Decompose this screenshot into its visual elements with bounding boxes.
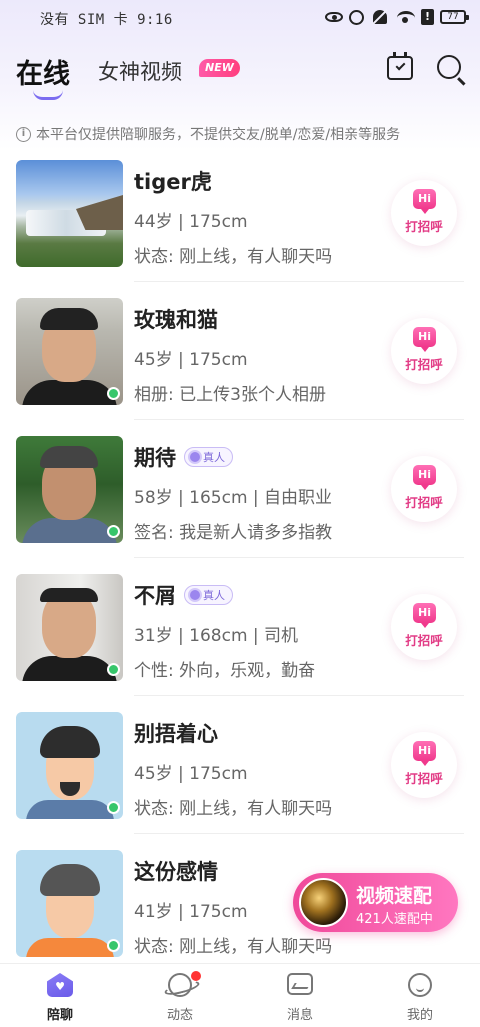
user-detail: 签名: 我是新人请多多指教 <box>134 523 333 543</box>
nav-label: 我的 <box>406 1008 433 1023</box>
greet-button[interactable]: Hi 打招呼 <box>391 318 457 384</box>
nav-moments[interactable]: 动态 <box>140 964 220 1027</box>
planet-icon <box>168 973 192 997</box>
user-name: 期待 <box>134 446 176 470</box>
alarm-icon <box>349 8 367 26</box>
speed-match-subtitle: 421人速配中 <box>356 912 433 927</box>
status-bar: 没有 SIM 卡 9:16 ! 77 <box>0 0 480 36</box>
user-basic-info: 44岁 | 175cm <box>134 212 248 232</box>
nav-chat[interactable]: 陪聊 <box>20 964 100 1027</box>
user-avatar[interactable] <box>16 574 123 681</box>
user-avatar[interactable] <box>16 850 123 957</box>
cartoon-avatar <box>16 850 123 957</box>
greet-label: 打招呼 <box>405 357 443 372</box>
greet-button[interactable]: Hi 打招呼 <box>391 732 457 798</box>
greet-label: 打招呼 <box>405 633 443 648</box>
hi-bubble-icon: Hi <box>413 741 436 766</box>
nav-label: 动态 <box>166 1008 193 1023</box>
verified-flower-icon <box>190 452 200 462</box>
user-name: 玫瑰和猫 <box>134 308 218 332</box>
online-status-dot <box>107 525 120 538</box>
online-status-dot <box>107 387 120 400</box>
wifi-icon <box>397 8 415 26</box>
greet-button[interactable]: Hi 打招呼 <box>391 594 457 660</box>
user-name: 这份感情 <box>134 860 218 884</box>
user-basic-info: 41岁 | 175cm <box>134 902 248 922</box>
greet-label: 打招呼 <box>405 771 443 786</box>
calendar-checkin-icon[interactable] <box>387 52 413 80</box>
nav-profile[interactable]: 我的 <box>380 964 460 1027</box>
active-tab-indicator <box>33 90 63 100</box>
speed-match-title: 视频速配 <box>356 885 433 907</box>
user-avatar[interactable] <box>16 298 123 405</box>
nav-label: 陪聊 <box>46 1008 73 1023</box>
user-card[interactable]: tiger虎 44岁 | 175cm 状态: 刚上线，有人聊天吗 Hi 打招呼 <box>0 160 480 298</box>
bottom-navigation: 陪聊 动态 消息 我的 <box>0 963 480 1027</box>
user-name: tiger虎 <box>134 170 212 194</box>
user-card[interactable]: 别捂着心 45岁 | 175cm 状态: 刚上线，有人聊天吗 Hi 打招呼 <box>0 712 480 850</box>
unread-dot <box>191 971 201 981</box>
divider <box>134 419 464 420</box>
user-detail: 状态: 刚上线，有人聊天吗 <box>134 799 333 819</box>
greet-label: 打招呼 <box>405 219 443 234</box>
nav-label: 消息 <box>286 1008 313 1023</box>
divider <box>134 695 464 696</box>
cartoon-avatar <box>16 712 123 819</box>
user-list: tiger虎 44岁 | 175cm 状态: 刚上线，有人聊天吗 Hi 打招呼 … <box>0 160 480 988</box>
video-speed-match-button[interactable]: 视频速配 421人速配中 <box>293 873 458 932</box>
profile-icon <box>408 973 432 997</box>
user-avatar[interactable] <box>16 160 123 267</box>
service-notice: i 本平台仅提供陪聊服务，不提供交友/脱单/恋爱/相亲等服务 <box>16 124 400 144</box>
hi-bubble-icon: Hi <box>413 189 436 214</box>
new-badge: NEW <box>199 59 240 77</box>
mute-bell-icon <box>373 8 391 26</box>
notice-text: 本平台仅提供陪聊服务，不提供交友/脱单/恋爱/相亲等服务 <box>36 127 401 143</box>
verified-badge: 真人 <box>184 585 233 605</box>
greet-button[interactable]: Hi 打招呼 <box>391 456 457 522</box>
top-header: 在线 女神视频 NEW <box>0 36 480 106</box>
verified-badge: 真人 <box>184 447 233 467</box>
landscape-photo <box>16 160 123 267</box>
user-detail: 状态: 刚上线，有人聊天吗 <box>134 247 333 267</box>
nav-messages[interactable]: 消息 <box>260 964 340 1027</box>
eye-icon <box>325 8 343 26</box>
verified-flower-icon <box>190 590 200 600</box>
greet-label: 打招呼 <box>405 495 443 510</box>
user-basic-info: 45岁 | 175cm <box>134 350 248 370</box>
online-status-dot <box>107 801 120 814</box>
user-card[interactable]: 玫瑰和猫 45岁 | 175cm 相册: 已上传3张个人相册 Hi 打招呼 <box>0 298 480 436</box>
user-name: 不屑 <box>134 584 176 608</box>
alert-icon: ! <box>421 9 434 25</box>
divider <box>134 833 464 834</box>
carrier-time: 没有 SIM 卡 9:16 <box>40 12 173 28</box>
info-icon: i <box>16 126 31 142</box>
speed-match-thumbnail <box>299 878 348 927</box>
tab-online[interactable]: 在线 <box>16 52 70 91</box>
user-detail: 状态: 刚上线，有人聊天吗 <box>134 937 333 957</box>
hi-bubble-icon: Hi <box>413 465 436 490</box>
user-basic-info: 31岁 | 168cm | 司机 <box>134 626 299 646</box>
user-basic-info: 45岁 | 175cm <box>134 764 248 784</box>
hi-bubble-icon: Hi <box>413 603 436 628</box>
user-basic-info: 58岁 | 165cm | 自由职业 <box>134 488 333 508</box>
divider <box>134 281 464 282</box>
battery-icon: 77 <box>440 10 469 24</box>
chat-home-icon <box>47 973 73 997</box>
tab-goddess-video[interactable]: 女神视频 <box>98 56 182 86</box>
user-detail: 个性: 外向，乐观，勤奋 <box>134 661 316 681</box>
hi-bubble-icon: Hi <box>413 327 436 352</box>
online-status-dot <box>107 939 120 952</box>
user-avatar[interactable] <box>16 712 123 819</box>
message-icon <box>287 973 313 995</box>
user-card[interactable]: 不屑 真人 31岁 | 168cm | 司机 个性: 外向，乐观，勤奋 Hi 打… <box>0 574 480 712</box>
divider <box>134 557 464 558</box>
greet-button[interactable]: Hi 打招呼 <box>391 180 457 246</box>
online-status-dot <box>107 663 120 676</box>
user-detail: 相册: 已上传3张个人相册 <box>134 385 326 405</box>
user-card[interactable]: 期待 真人 58岁 | 165cm | 自由职业 签名: 我是新人请多多指教 H… <box>0 436 480 574</box>
user-avatar[interactable] <box>16 436 123 543</box>
status-icons: ! 77 <box>325 8 469 26</box>
user-name: 别捂着心 <box>134 722 218 746</box>
search-icon[interactable] <box>437 55 461 79</box>
